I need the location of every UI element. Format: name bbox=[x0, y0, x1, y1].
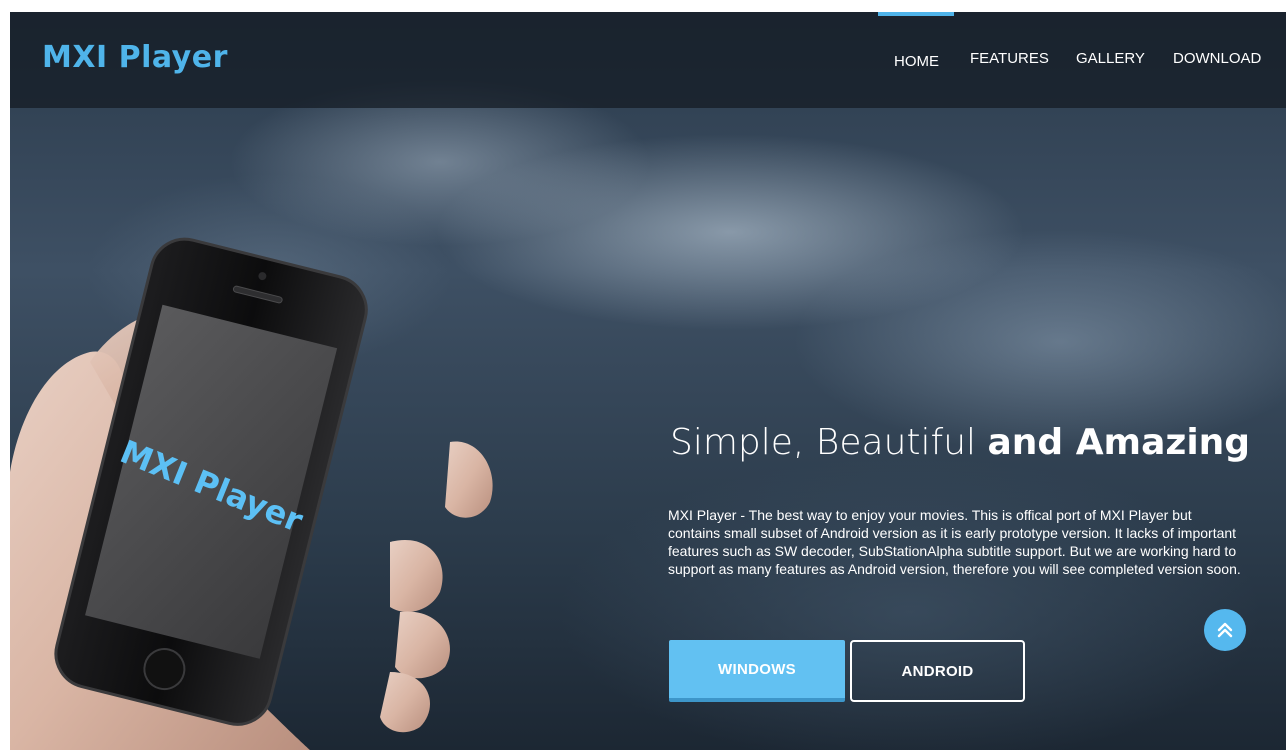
top-navigation: MXI Player HOME FEATURES GALLERY DOWNLOA… bbox=[10, 12, 1286, 108]
hero-title: Simple, Beautiful and Amazing bbox=[670, 422, 1270, 463]
active-nav-indicator bbox=[878, 12, 954, 16]
hero-description: MXI Player - The best way to enjoy your … bbox=[668, 507, 1241, 577]
nav-features[interactable]: FEATURES bbox=[970, 50, 1049, 67]
site-logo[interactable]: MXI Player bbox=[42, 40, 228, 75]
hero-title-bold: and Amazing bbox=[987, 422, 1251, 463]
double-chevron-up-icon bbox=[1217, 622, 1233, 638]
hero-title-regular: Simple, Beautiful bbox=[670, 422, 988, 463]
hero-section: MXI Player MXI Player HOME FEATURES GALL… bbox=[10, 12, 1286, 750]
windows-download-button[interactable]: WINDOWS bbox=[669, 640, 845, 702]
nav-home[interactable]: HOME bbox=[894, 53, 939, 70]
nav-gallery[interactable]: GALLERY bbox=[1076, 50, 1145, 67]
phone-in-hand-illustration: MXI Player bbox=[10, 237, 493, 750]
scroll-to-top-button[interactable] bbox=[1204, 609, 1246, 651]
nav-download[interactable]: DOWNLOAD bbox=[1173, 50, 1261, 67]
android-download-button[interactable]: ANDROID bbox=[850, 640, 1025, 702]
